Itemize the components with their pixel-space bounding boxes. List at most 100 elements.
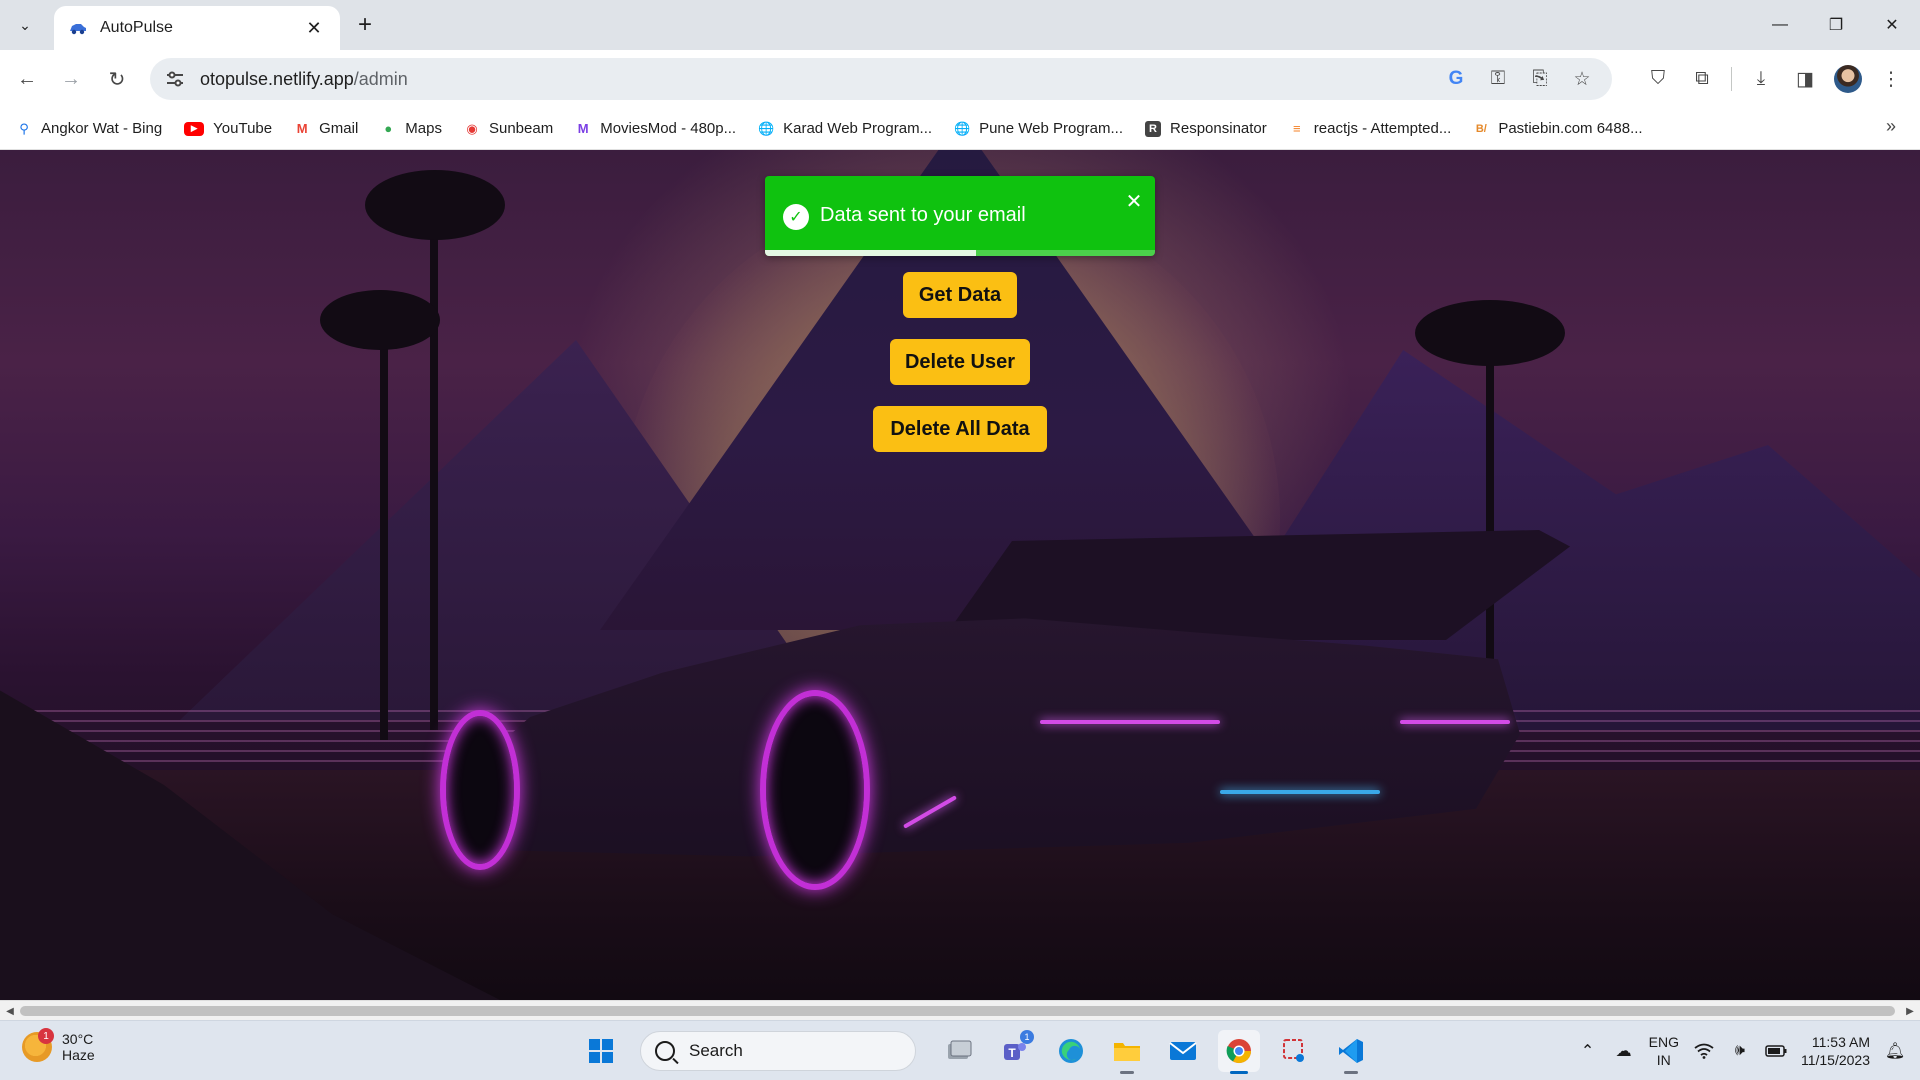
downloads-icon[interactable]: ⤓ bbox=[1746, 64, 1776, 94]
vscode-icon[interactable] bbox=[1330, 1030, 1372, 1074]
notification-bell-icon[interactable]: 🔔︎ bbox=[1884, 1041, 1906, 1061]
palm-tree-trunk bbox=[1486, 330, 1494, 710]
browser-tab-strip: ⌄ AutoPulse ✕ + — ❐ ✕ bbox=[0, 0, 1920, 50]
onedrive-cloud-icon[interactable]: ☁ bbox=[1613, 1041, 1635, 1061]
running-indicator bbox=[1120, 1071, 1134, 1074]
tab-search-menu-icon[interactable]: ⌄ bbox=[10, 10, 40, 40]
extension-shield-icon[interactable]: ⛉ bbox=[1643, 64, 1673, 94]
bookmark-item[interactable]: 🌐 Karad Web Program... bbox=[758, 114, 932, 144]
sunbeam-icon: ◉ bbox=[466, 120, 478, 136]
bookmark-star-icon[interactable]: ☆ bbox=[1570, 67, 1594, 91]
system-tray: ⌃ ☁ ENG IN 🕪 11:53 AM 11/15/2023 🔔︎ bbox=[1577, 1029, 1906, 1073]
address-bar[interactable]: otopulse.netlify.app/admin G ⚿ ⎘ ☆ bbox=[150, 58, 1612, 100]
palm-tree-crown bbox=[1415, 300, 1565, 366]
extensions-puzzle-icon[interactable]: ⧉ bbox=[1687, 64, 1717, 94]
url-path: /admin bbox=[353, 68, 408, 89]
teams-badge: 1 bbox=[1020, 1030, 1034, 1044]
clock-time: 11:53 AM bbox=[1811, 1034, 1870, 1050]
bookmark-label: Pune Web Program... bbox=[979, 120, 1124, 137]
bookmark-label: Gmail bbox=[319, 120, 359, 137]
wifi-icon[interactable] bbox=[1693, 1043, 1715, 1059]
minimize-button[interactable]: — bbox=[1752, 0, 1808, 50]
new-tab-button[interactable]: + bbox=[348, 10, 382, 40]
car-wheel-rear bbox=[760, 690, 870, 890]
autopulse-favicon-icon bbox=[68, 18, 88, 38]
car-neon-strip bbox=[1040, 720, 1220, 724]
bookmarks-bar: ⚲ Angkor Wat - Bing ▶ YouTube M Gmail ● … bbox=[0, 108, 1920, 150]
chevron-up-icon[interactable]: ⌃ bbox=[1577, 1041, 1599, 1061]
bookmarks-overflow-icon[interactable]: » bbox=[1886, 116, 1896, 137]
weather-badge: 1 bbox=[38, 1028, 54, 1044]
bookmark-item[interactable]: ▶ YouTube bbox=[184, 114, 272, 144]
globe-icon: 🌐 bbox=[758, 120, 775, 136]
edge-browser-icon[interactable] bbox=[1050, 1030, 1092, 1072]
toast-close-icon[interactable]: ✕ bbox=[1123, 190, 1145, 213]
bookmark-label: Responsinator bbox=[1170, 120, 1267, 137]
taskbar-search[interactable]: Search bbox=[640, 1031, 916, 1071]
responsinator-icon: R bbox=[1145, 120, 1162, 137]
bookmark-label: Pastiebin.com 6488... bbox=[1498, 120, 1643, 137]
password-key-icon[interactable]: ⚿ bbox=[1486, 67, 1510, 91]
windows-start-icon[interactable] bbox=[580, 1030, 622, 1072]
bookmark-label: Maps bbox=[405, 120, 442, 137]
youtube-icon: ▶ bbox=[184, 121, 205, 136]
chrome-icon[interactable] bbox=[1218, 1030, 1260, 1074]
palm-tree-trunk bbox=[430, 210, 438, 730]
forward-button[interactable]: → bbox=[54, 62, 88, 96]
page-viewport: ✓ Data sent to your email ✕ Get Data Del… bbox=[0, 150, 1920, 1000]
restore-button[interactable]: ❐ bbox=[1808, 0, 1864, 50]
teams-icon[interactable]: T 1 bbox=[994, 1030, 1036, 1072]
reload-button[interactable]: ↻ bbox=[100, 62, 134, 96]
clock[interactable]: 11:53 AM 11/15/2023 bbox=[1801, 1033, 1870, 1069]
taskbar-search-label: Search bbox=[689, 1041, 743, 1060]
car-neon-strip bbox=[1400, 720, 1510, 724]
car-wheel-front bbox=[440, 710, 520, 870]
horizontal-scrollbar[interactable]: ◀ ▶ bbox=[0, 1000, 1920, 1020]
search-icon bbox=[655, 1041, 675, 1061]
toast-message: Data sent to your email bbox=[820, 204, 1026, 226]
side-panel-icon[interactable]: ◨ bbox=[1790, 64, 1820, 94]
clock-date: 11/15/2023 bbox=[1800, 1052, 1870, 1068]
bookmark-label: Karad Web Program... bbox=[783, 120, 933, 137]
scroll-right-arrow-icon[interactable]: ▶ bbox=[1902, 1003, 1918, 1019]
url-text[interactable]: otopulse.netlify.app/admin bbox=[200, 69, 1444, 90]
close-window-button[interactable]: ✕ bbox=[1864, 0, 1920, 50]
bookmark-item[interactable]: ● Maps bbox=[380, 114, 442, 144]
toolbar-divider bbox=[1731, 67, 1732, 91]
snipping-tool-icon[interactable] bbox=[1274, 1030, 1316, 1072]
volume-icon[interactable]: 🕪 bbox=[1729, 1042, 1751, 1060]
bookmark-item[interactable]: B/ Pastiebin.com 6488... bbox=[1473, 114, 1643, 144]
pastiebin-icon: B/ bbox=[1475, 122, 1487, 135]
file-explorer-icon[interactable] bbox=[1106, 1030, 1148, 1074]
scroll-left-arrow-icon[interactable]: ◀ bbox=[2, 1003, 18, 1019]
profile-avatar[interactable] bbox=[1834, 65, 1862, 93]
palm-tree-trunk bbox=[380, 320, 388, 740]
google-lens-icon[interactable]: G bbox=[1444, 67, 1468, 91]
weather-widget[interactable]: 1 30°C Haze bbox=[22, 1028, 95, 1063]
bookmark-label: YouTube bbox=[213, 120, 273, 137]
bookmark-item[interactable]: M Gmail bbox=[294, 114, 359, 144]
bookmark-item[interactable]: ⚲ Angkor Wat - Bing bbox=[16, 114, 162, 144]
running-indicator bbox=[1230, 1071, 1248, 1074]
bookmark-item[interactable]: ≡ reactjs - Attempted... bbox=[1289, 114, 1451, 144]
language-indicator[interactable]: ENG IN bbox=[1649, 1033, 1679, 1069]
install-app-icon[interactable]: ⎘ bbox=[1528, 67, 1552, 91]
bookmark-item[interactable]: ◉ Sunbeam bbox=[464, 114, 553, 144]
delete-user-button[interactable]: Delete User bbox=[890, 339, 1030, 385]
browser-menu-icon[interactable]: ⋮ bbox=[1876, 64, 1906, 94]
tab-close-icon[interactable]: ✕ bbox=[302, 16, 326, 40]
bookmark-item[interactable]: M MoviesMod - 480p... bbox=[575, 114, 736, 144]
battery-icon[interactable] bbox=[1765, 1045, 1787, 1057]
scrollbar-thumb[interactable] bbox=[20, 1006, 1895, 1016]
bookmark-item[interactable]: 🌐 Pune Web Program... bbox=[954, 114, 1123, 144]
windows-taskbar: 1 30°C Haze Search T 1 ⌃ ☁ ENG IN 🕪 11:5… bbox=[0, 1020, 1920, 1080]
browser-tab-active[interactable]: AutoPulse ✕ bbox=[54, 6, 340, 50]
bookmark-item[interactable]: R Responsinator bbox=[1145, 114, 1267, 144]
delete-all-data-button[interactable]: Delete All Data bbox=[873, 406, 1047, 452]
weather-condition: Haze bbox=[62, 1047, 95, 1063]
site-info-icon[interactable] bbox=[164, 68, 186, 90]
mail-icon[interactable] bbox=[1162, 1030, 1204, 1072]
back-button[interactable]: ← bbox=[10, 62, 44, 96]
task-view-icon[interactable] bbox=[938, 1030, 980, 1072]
get-data-button[interactable]: Get Data bbox=[903, 272, 1017, 318]
